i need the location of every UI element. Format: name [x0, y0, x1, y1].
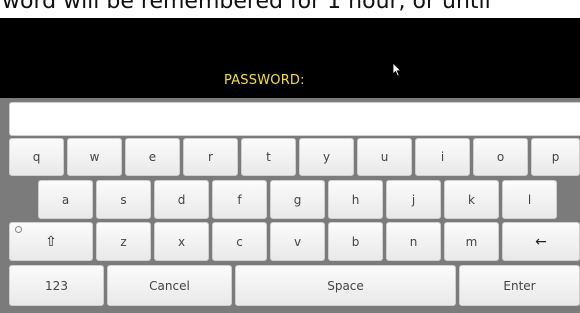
key-u[interactable]: u [357, 138, 412, 176]
enter-button[interactable]: Enter [459, 265, 580, 306]
key-f[interactable]: f [212, 180, 267, 219]
key-l[interactable]: l [502, 180, 557, 219]
key-g[interactable]: g [270, 180, 325, 219]
password-input[interactable] [9, 102, 580, 136]
key-r[interactable]: r [183, 138, 238, 176]
backspace-key[interactable]: ← [502, 222, 580, 261]
key-z[interactable]: z [96, 222, 151, 261]
key-o[interactable]: o [473, 138, 528, 176]
key-x[interactable]: x [154, 222, 209, 261]
caps-lock-indicator [15, 226, 22, 233]
mouse-pointer-icon [392, 62, 402, 77]
key-d[interactable]: d [154, 180, 209, 219]
key-s[interactable]: s [96, 180, 151, 219]
key-v[interactable]: v [270, 222, 325, 261]
key-p[interactable]: p [531, 138, 580, 176]
space-key[interactable]: Space [235, 265, 456, 306]
key-q[interactable]: q [9, 138, 64, 176]
key-n[interactable]: n [386, 222, 441, 261]
key-c[interactable]: c [212, 222, 267, 261]
key-t[interactable]: t [241, 138, 296, 176]
password-label: PASSWORD: [224, 73, 305, 88]
key-w[interactable]: w [67, 138, 122, 176]
key-b[interactable]: b [328, 222, 383, 261]
cancel-button[interactable]: Cancel [107, 265, 232, 306]
key-y[interactable]: y [299, 138, 354, 176]
top-message-text: word will be remembered for 1 hour, or u… [2, 0, 491, 14]
key-j[interactable]: j [386, 180, 441, 219]
key-h[interactable]: h [328, 180, 383, 219]
key-m[interactable]: m [444, 222, 499, 261]
key-i[interactable]: i [415, 138, 470, 176]
key-a[interactable]: a [38, 180, 93, 219]
top-message-band: word will be remembered for 1 hour, or u… [0, 0, 580, 18]
key-k[interactable]: k [444, 180, 499, 219]
backspace-arrow-icon: ← [535, 233, 547, 250]
numbers-key[interactable]: 123 [9, 265, 104, 306]
key-e[interactable]: e [125, 138, 180, 176]
shift-icon: ⇧ [45, 233, 57, 250]
shift-key[interactable]: ⇧ [9, 222, 93, 261]
